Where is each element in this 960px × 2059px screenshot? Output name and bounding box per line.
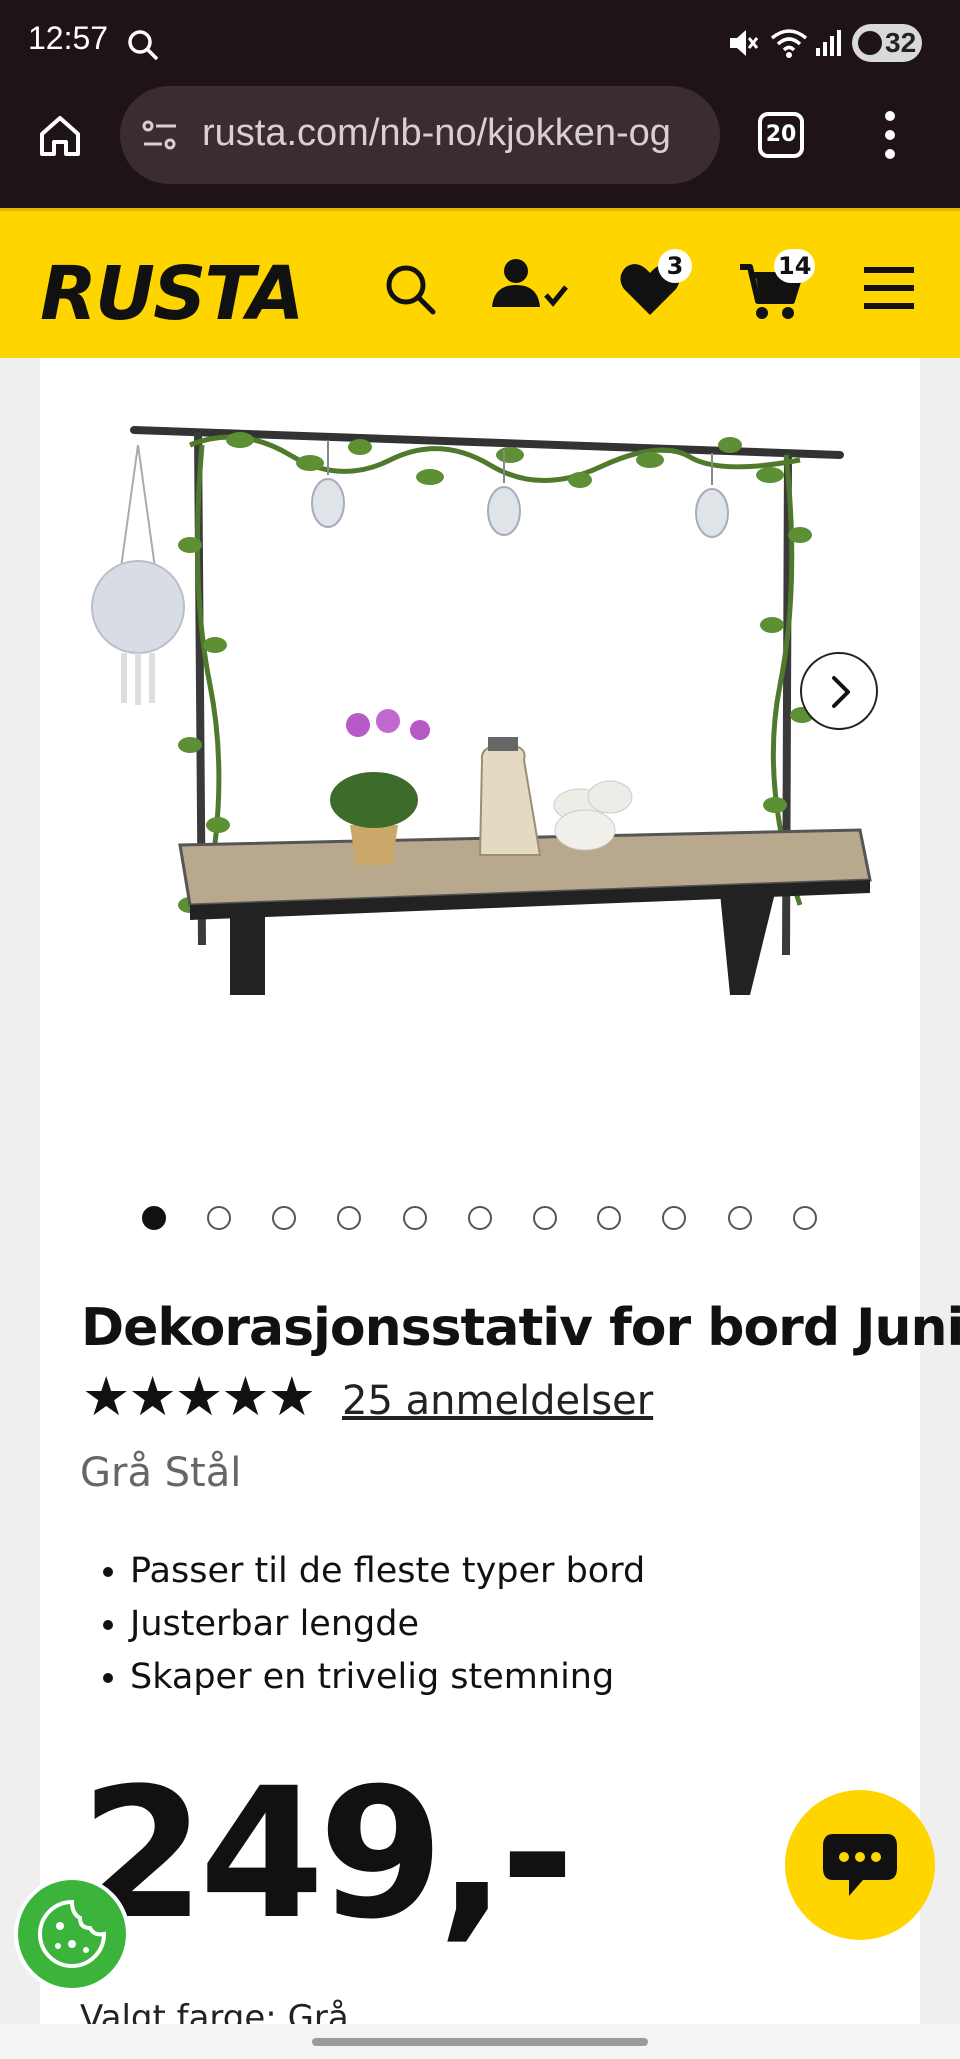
feature-list: Passer til de fleste typer bord Justerba…	[80, 1545, 645, 1704]
gallery-dot[interactable]	[597, 1206, 621, 1230]
system-nav-bar	[0, 2024, 960, 2059]
gallery-dot[interactable]	[533, 1206, 557, 1230]
gallery-dot[interactable]	[142, 1206, 166, 1230]
product-price: 249,-	[80, 1750, 575, 1959]
wishlist-count-badge: 3	[658, 249, 692, 283]
battery-level: 32	[885, 27, 917, 58]
cookie-settings-button[interactable]	[14, 1876, 130, 1992]
cart-button[interactable]: 14	[738, 249, 828, 321]
tab-count: 20	[765, 122, 797, 147]
battery-leaf-icon	[858, 31, 882, 55]
rusta-logo[interactable]: RUSTA	[40, 251, 304, 337]
reviews-link[interactable]: 25 anmeldelser	[342, 1378, 653, 1424]
product-image[interactable]	[40, 385, 920, 1015]
gesture-handle[interactable]	[312, 2038, 648, 2046]
cookie-icon	[38, 1899, 107, 1968]
feature-item: Justerbar lengde	[130, 1598, 645, 1651]
cart-count-badge: 14	[774, 249, 816, 283]
address-bar[interactable]: rusta.com/nb-no/kjokken-og	[120, 86, 720, 184]
chevron-right-icon	[832, 676, 850, 708]
site-settings-icon[interactable]	[140, 116, 180, 156]
home-icon[interactable]	[36, 112, 84, 160]
product-title: Dekorasjonsstativ for bord Juni	[81, 1298, 960, 1358]
site-header: RUSTA 3 14	[0, 208, 960, 358]
gallery-dot[interactable]	[468, 1206, 492, 1230]
search-status-icon	[128, 30, 159, 61]
gallery-dot[interactable]	[793, 1206, 817, 1230]
feature-item: Skaper en trivelig stemning	[130, 1651, 645, 1704]
more-options-icon[interactable]	[882, 110, 898, 160]
url-text[interactable]: rusta.com/nb-no/kjokken-og	[202, 112, 702, 155]
browser-toolbar: rusta.com/nb-no/kjokken-og 20	[0, 86, 960, 208]
battery-indicator: 32	[852, 24, 922, 62]
search-icon[interactable]	[382, 261, 438, 317]
feature-item: Passer til de fleste typer bord	[130, 1545, 645, 1598]
gallery-dot[interactable]	[403, 1206, 427, 1230]
chat-icon	[823, 1834, 897, 1896]
gallery-dot[interactable]	[207, 1206, 231, 1230]
signal-icon	[816, 30, 841, 56]
account-icon[interactable]	[488, 257, 570, 313]
product-variant: Grå Stål	[80, 1450, 242, 1496]
mute-icon	[730, 30, 758, 56]
gallery-dot[interactable]	[728, 1206, 752, 1230]
status-bar: 12:57 32	[0, 0, 960, 86]
chat-button[interactable]	[785, 1790, 935, 1940]
menu-icon[interactable]	[862, 265, 916, 311]
wishlist-button[interactable]: 3	[618, 249, 698, 321]
gallery-dot[interactable]	[662, 1206, 686, 1230]
rating-stars: ★★★★★	[82, 1365, 316, 1428]
gallery-dot[interactable]	[272, 1206, 296, 1230]
gallery-dot[interactable]	[337, 1206, 361, 1230]
tab-switcher-button[interactable]: 20	[758, 112, 804, 158]
clock: 12:57	[28, 20, 109, 56]
wifi-icon	[770, 29, 808, 58]
next-image-button[interactable]	[800, 652, 878, 730]
